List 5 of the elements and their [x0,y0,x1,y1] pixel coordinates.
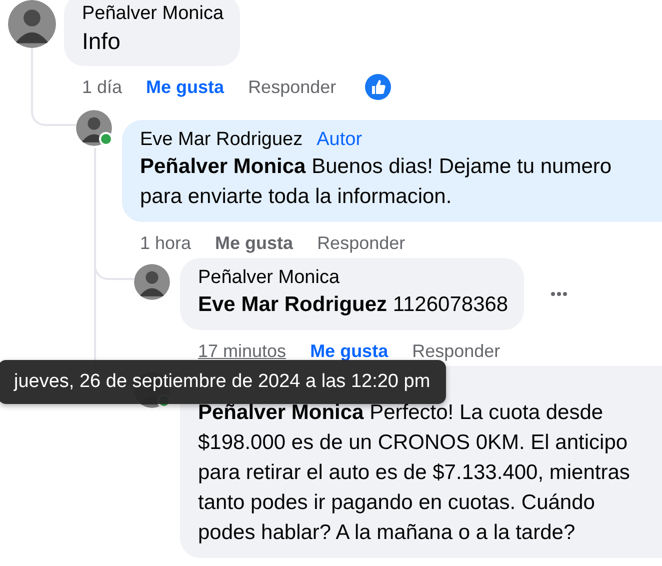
comment-text: Peñalver Monica Buenos dias! Dejame tu numero para enviarte toda la informacion. [140,154,613,210]
author-label: Autor [316,128,362,152]
comment-text: Info [82,27,122,56]
date-tooltip: jueves, 26 de septiembre de 2024 a las 12:20 pm [0,360,446,404]
comment-text: Eve Mar Rodriguez 1126078368 [198,292,508,318]
